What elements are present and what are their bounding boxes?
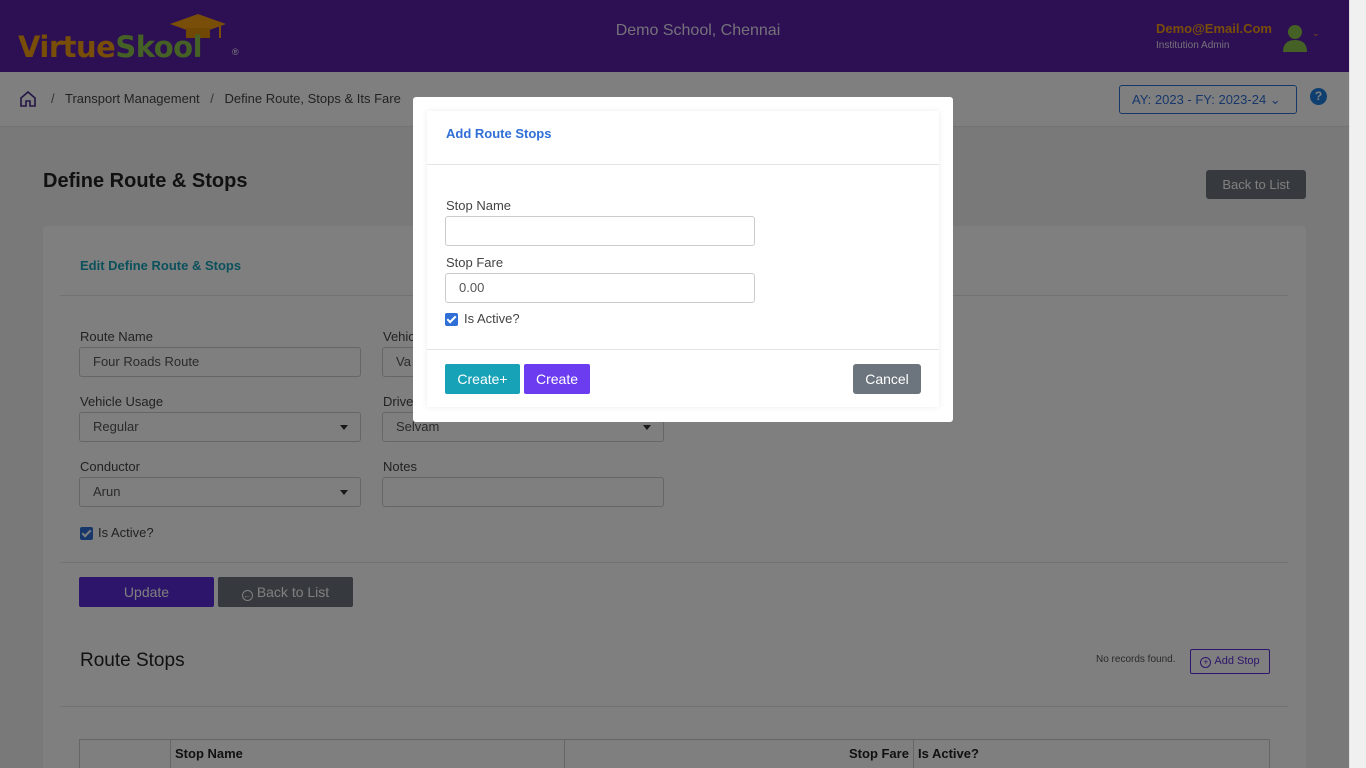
modal-divider	[427, 164, 939, 165]
modal-title: Add Route Stops	[446, 126, 552, 141]
stop-name-label: Stop Name	[446, 198, 512, 213]
stop-fare-input[interactable]: 0.00	[445, 273, 755, 303]
modal-is-active-checkbox[interactable]	[445, 313, 458, 326]
modal-is-active-label: Is Active?	[464, 311, 520, 326]
modal-content	[427, 111, 939, 407]
stop-fare-label: Stop Fare	[446, 255, 504, 270]
stop-name-input[interactable]	[445, 216, 755, 246]
cancel-button[interactable]: Cancel	[853, 364, 921, 394]
modal-divider	[427, 349, 939, 350]
page-scrollbar[interactable]	[1349, 0, 1366, 768]
create-button[interactable]: Create	[524, 364, 590, 394]
create-plus-button[interactable]: Create+	[445, 364, 520, 394]
